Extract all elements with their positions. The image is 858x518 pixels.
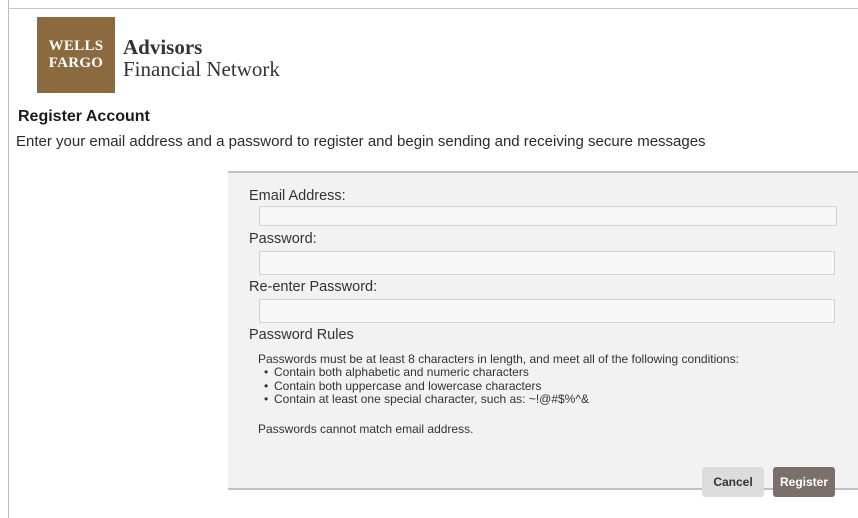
brand-name: Advisors Financial Network [123, 36, 280, 80]
frame-top-border [8, 8, 858, 9]
password-rules-note: Passwords cannot match email address. [258, 422, 474, 436]
password-rules-list: Contain both alphabetic and numeric char… [258, 365, 589, 407]
frame-left-border [8, 0, 9, 518]
registration-form: Email Address: Password: Re-enter Passwo… [228, 171, 858, 497]
password-field[interactable] [259, 251, 835, 275]
email-label: Email Address: [249, 188, 346, 204]
password-rule-item: Contain both alphabetic and numeric char… [258, 365, 589, 380]
reenter-password-label: Re-enter Password: [249, 279, 378, 295]
page: WELLS FARGO Advisors Financial Network R… [0, 0, 858, 518]
reenter-password-field[interactable] [259, 299, 835, 323]
brand-name-line-1: Advisors [123, 35, 203, 59]
brand-name-line-2: Financial Network [123, 57, 280, 82]
email-field[interactable] [259, 206, 837, 226]
logo-line-1: WELLS [48, 37, 104, 54]
page-description: Enter your email address and a password … [16, 133, 706, 150]
logo-line-2: FARGO [48, 55, 104, 71]
wells-fargo-logo: WELLS FARGO [37, 17, 115, 93]
password-rule-item: Contain both uppercase and lowercase cha… [258, 379, 589, 394]
password-rules-intro: Passwords must be at least 8 characters … [258, 352, 739, 366]
page-title: Register Account [18, 108, 150, 125]
cancel-button[interactable]: Cancel [702, 467, 764, 497]
password-rule-item: Contain at least one special character, … [258, 392, 589, 407]
register-button[interactable]: Register [773, 467, 835, 497]
password-rules-title: Password Rules [249, 327, 354, 343]
password-label: Password: [249, 231, 317, 247]
